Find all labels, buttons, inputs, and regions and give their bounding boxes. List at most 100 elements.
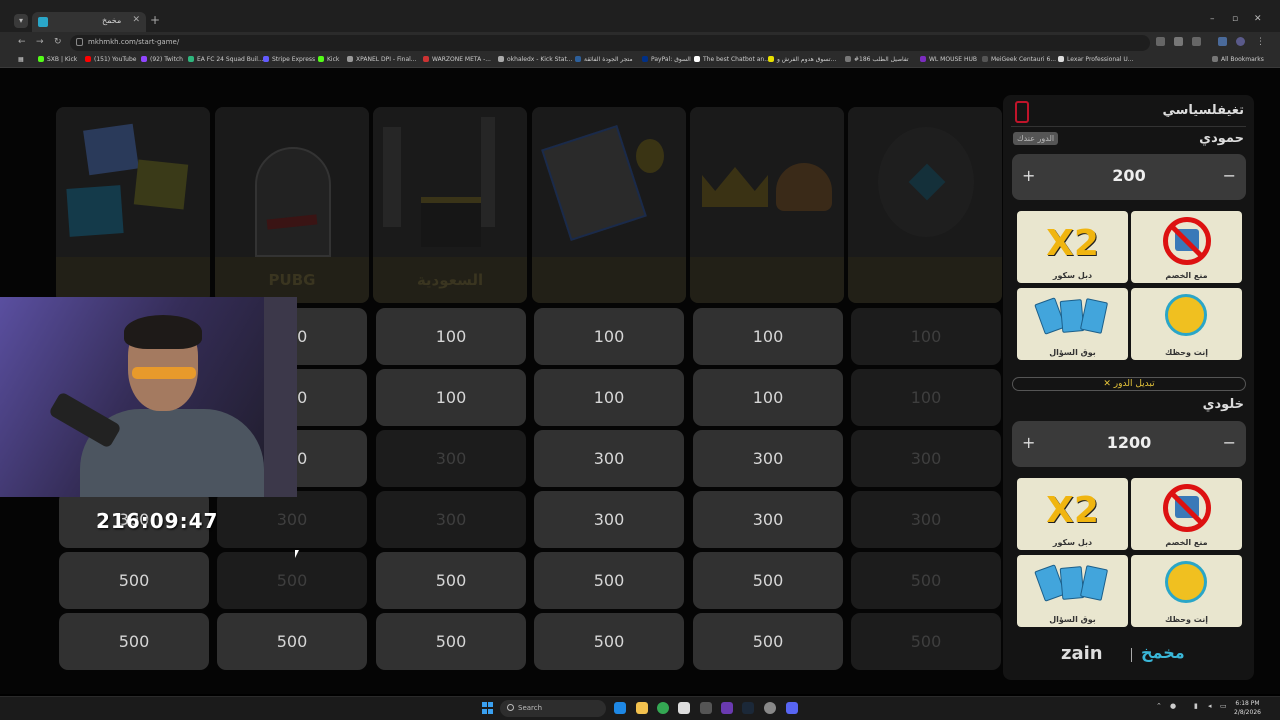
divider <box>1131 648 1132 662</box>
tray-chevron-icon[interactable]: ⌃ <box>1156 702 1162 710</box>
powerup-label: دبل سكور <box>1052 538 1093 547</box>
double-score-powerup[interactable]: X2 دبل سكور <box>1017 478 1128 550</box>
double-score-powerup[interactable]: X2 دبل سكور <box>1017 211 1128 283</box>
bookmark-item[interactable]: Lexar Professional U... <box>1058 56 1134 63</box>
network-icon[interactable]: ▮ <box>1194 702 1198 710</box>
bookmark-item[interactable]: (151) YouTube <box>85 56 136 63</box>
game-title: تغيفلسياسي <box>1162 103 1244 118</box>
arch-door-icon <box>215 107 369 257</box>
question-value-cell[interactable]: 100 <box>376 369 526 426</box>
question-value-cell[interactable]: 500 <box>693 552 843 609</box>
letters-grid-icon <box>848 107 1002 257</box>
block-opponent-powerup[interactable]: منع الخصم <box>1131 478 1242 550</box>
steam-icon[interactable] <box>742 702 754 714</box>
question-value-cell[interactable]: 300 <box>534 430 684 487</box>
volume-icon[interactable]: ◂ <box>1208 702 1212 710</box>
address-bar[interactable]: mkhmkh.com/start-game/ <box>70 35 1150 51</box>
call-question-powerup[interactable]: بوق السؤال <box>1017 555 1128 627</box>
all-bookmarks[interactable]: All Bookmarks <box>1212 56 1264 63</box>
question-value-cell[interactable]: 100 <box>534 308 684 365</box>
bookmark-item[interactable]: متجر الجودة الفائقة <box>575 56 633 63</box>
switch-turn-button[interactable]: ✕ تبديل الدور <box>1012 377 1246 391</box>
block-opponent-powerup[interactable]: منع الخصم <box>1131 211 1242 283</box>
app-icon[interactable] <box>721 702 733 714</box>
extension-icon[interactable] <box>1174 37 1183 46</box>
category-tile[interactable] <box>848 107 1002 303</box>
bookmark-item[interactable]: okhaledx - Kick Stat... <box>498 56 573 63</box>
question-value-cell[interactable]: 500 <box>59 552 209 609</box>
question-value-cell[interactable]: 300 <box>534 491 684 548</box>
question-value-cell[interactable]: 500 <box>376 613 526 670</box>
question-value-cell[interactable]: 300 <box>693 491 843 548</box>
question-value-cell[interactable]: 300 <box>693 430 843 487</box>
app-icon[interactable] <box>700 702 712 714</box>
bookmark-item[interactable]: (92) Twitch <box>141 56 183 63</box>
discord-icon[interactable] <box>786 702 798 714</box>
browser-tab-bar: ▾ مخمخ ✕ + – ▫ ✕ <box>0 0 1280 32</box>
close-window-icon[interactable]: ✕ <box>1254 14 1262 24</box>
category-tile[interactable]: السعودية <box>373 107 527 303</box>
tab-search-icon[interactable]: ▾ <box>14 14 28 28</box>
app-icon[interactable] <box>614 702 626 714</box>
new-tab-icon[interactable]: + <box>150 13 160 27</box>
category-tile[interactable] <box>56 107 210 303</box>
profile-avatar-icon[interactable] <box>1236 37 1245 46</box>
score-stepper: + 1200 − <box>1012 421 1246 467</box>
question-value-cell: 500 <box>851 552 1001 609</box>
luck-wheel-powerup[interactable]: إنت وحظك <box>1131 288 1242 360</box>
bookmark-item[interactable]: Stripe Express <box>263 56 315 63</box>
battery-icon[interactable]: ▭ <box>1220 702 1227 710</box>
bookmark-item[interactable]: #186 تفاصيل الطلب <box>845 56 909 63</box>
minimize-icon[interactable]: – <box>1210 14 1215 24</box>
microphone-tray-icon[interactable]: ● <box>1170 702 1176 710</box>
bookmark-item[interactable]: The best Chatbot an... <box>694 56 770 63</box>
category-tile[interactable] <box>690 107 844 303</box>
bookmark-item[interactable]: MeiGeek Centauri 6... <box>982 56 1056 63</box>
extension-icon[interactable] <box>1218 37 1227 46</box>
question-value-cell[interactable]: 500 <box>693 613 843 670</box>
question-value-cell[interactable]: 500 <box>534 552 684 609</box>
category-tile[interactable]: PUBG <box>215 107 369 303</box>
bookmark-item[interactable]: WL MOUSE HUB <box>920 56 977 63</box>
obs-icon[interactable] <box>764 702 776 714</box>
question-value-cell[interactable]: 500 <box>59 613 209 670</box>
x2-icon: X2 <box>1046 223 1099 264</box>
question-value-cell[interactable]: 100 <box>693 369 843 426</box>
score-decrease-button[interactable]: − <box>1223 433 1236 452</box>
back-icon[interactable]: ← <box>18 37 26 47</box>
score-decrease-button[interactable]: − <box>1223 166 1236 185</box>
maximize-icon[interactable]: ▫ <box>1232 14 1238 24</box>
question-value-cell[interactable]: 100 <box>693 308 843 365</box>
bookmark-item[interactable]: PayPal: السوق <box>642 56 691 63</box>
bookmark-item[interactable]: Kick <box>318 56 339 63</box>
file-explorer-icon[interactable] <box>636 702 648 714</box>
extension-icon[interactable] <box>1156 37 1165 46</box>
search-label: Search <box>518 704 543 712</box>
reload-icon[interactable]: ↻ <box>54 37 62 47</box>
apps-grid-icon[interactable]: ▦ <box>18 56 24 63</box>
question-value-cell[interactable]: 100 <box>376 308 526 365</box>
category-tile[interactable] <box>532 107 686 303</box>
bookmark-item[interactable]: EA FC 24 Squad Buil... <box>188 56 264 63</box>
luck-wheel-powerup[interactable]: إنت وحظك <box>1131 555 1242 627</box>
forward-icon[interactable]: → <box>36 37 44 47</box>
question-value-cell[interactable]: 500 <box>534 613 684 670</box>
question-value-cell[interactable]: 500 <box>376 552 526 609</box>
site-info-icon[interactable] <box>76 38 83 46</box>
chrome-icon[interactable] <box>657 702 669 714</box>
bookmark-item[interactable]: WARZONE META -... <box>423 56 491 63</box>
browser-tab[interactable]: مخمخ ✕ <box>32 12 146 32</box>
bookmark-item[interactable]: XPANEL DPI - Final... <box>347 56 417 63</box>
bookmark-item[interactable]: تسوق هدوم الفرش و... <box>768 56 836 63</box>
extensions-puzzle-icon[interactable] <box>1192 37 1201 46</box>
question-value-cell[interactable]: 500 <box>217 613 367 670</box>
call-question-powerup[interactable]: بوق السؤال <box>1017 288 1128 360</box>
question-value-cell[interactable]: 100 <box>534 369 684 426</box>
menu-icon[interactable]: ⋮ <box>1256 37 1265 47</box>
windows-start-icon[interactable] <box>482 702 494 714</box>
bookmark-item[interactable]: SXB | Kick <box>38 56 77 63</box>
taskbar-search[interactable]: Search <box>500 700 606 717</box>
tab-close-icon[interactable]: ✕ <box>132 15 140 25</box>
system-clock[interactable]: 6:18 PM 2/8/2026 <box>1234 699 1261 717</box>
app-icon[interactable] <box>678 702 690 714</box>
